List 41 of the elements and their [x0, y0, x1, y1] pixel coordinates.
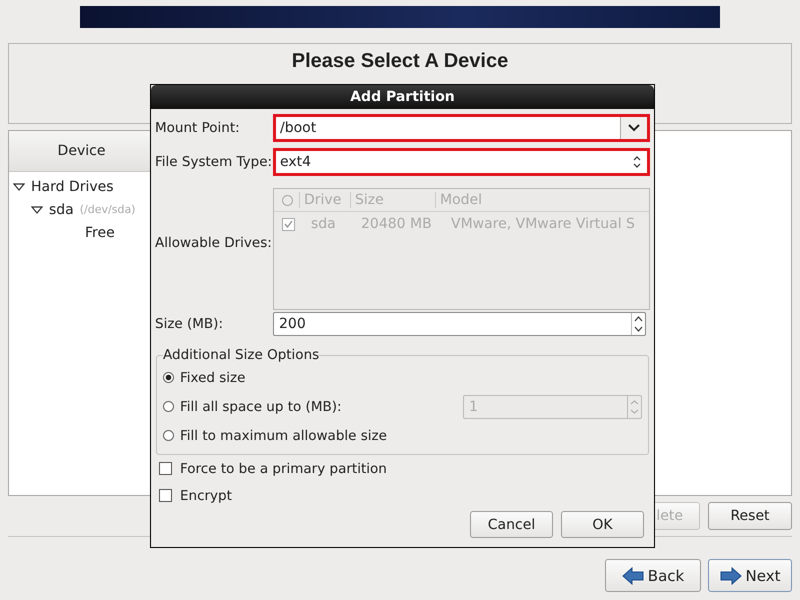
checkbox[interactable] [159, 489, 172, 502]
expanded-triangle-icon[interactable] [31, 204, 43, 214]
option-label[interactable]: Fill to maximum allowable size [180, 428, 387, 444]
back-button[interactable]: Back [605, 559, 701, 592]
tree-item-label[interactable]: Free [85, 224, 115, 240]
panel-button[interactable]: Reset [708, 502, 792, 530]
table-cell-text: 20480 MB [361, 216, 433, 232]
dialog-button[interactable]: Cancel [470, 511, 553, 538]
left-arrow-icon [622, 566, 644, 584]
expanded-triangle-icon[interactable] [13, 182, 25, 192]
checkbox[interactable] [159, 462, 172, 475]
field-label: Mount Point: [155, 120, 241, 136]
group-title: Additional Size Options [163, 347, 320, 363]
page-heading: Please Select A Device [292, 50, 508, 73]
table-cell-text: sda [310, 216, 337, 232]
tree-item-label[interactable]: Hard Drives [31, 178, 114, 194]
right-arrow-icon [720, 566, 742, 584]
field-label: Size (MB): [155, 316, 224, 332]
mount-point-combo[interactable]: /boot [276, 117, 647, 139]
option-label[interactable]: Fixed size [180, 370, 246, 386]
next-button[interactable]: Next [708, 559, 792, 592]
field-label: File System Type: [155, 154, 270, 170]
up-down-icon [633, 155, 641, 169]
size-spinbox[interactable]: 200 [273, 312, 646, 336]
field-label: Allowable Drives: [155, 235, 270, 251]
checkbox-label[interactable]: Encrypt [180, 488, 232, 504]
option-label[interactable]: Fill all space up to (MB): [180, 398, 342, 414]
checkbox-label[interactable]: Force to be a primary partition [180, 460, 387, 476]
radio-button[interactable] [163, 372, 174, 383]
chevron-down-icon [628, 124, 640, 132]
dialog-button[interactable]: OK [561, 511, 644, 538]
device-path: (/dev/sda) [80, 203, 136, 216]
table-cell-text: VMware, VMware Virtual S [451, 216, 636, 232]
dialog-title: Add Partition [151, 85, 654, 109]
check-icon [284, 220, 293, 228]
radio-button[interactable] [163, 401, 174, 412]
spin-arrows-icon [634, 314, 643, 334]
spin-arrows-icon [630, 398, 639, 416]
file-system-dropdown[interactable]: ext4 [276, 151, 647, 173]
tree-item-label[interactable]: sda [49, 202, 74, 218]
radio-button[interactable] [163, 430, 174, 441]
